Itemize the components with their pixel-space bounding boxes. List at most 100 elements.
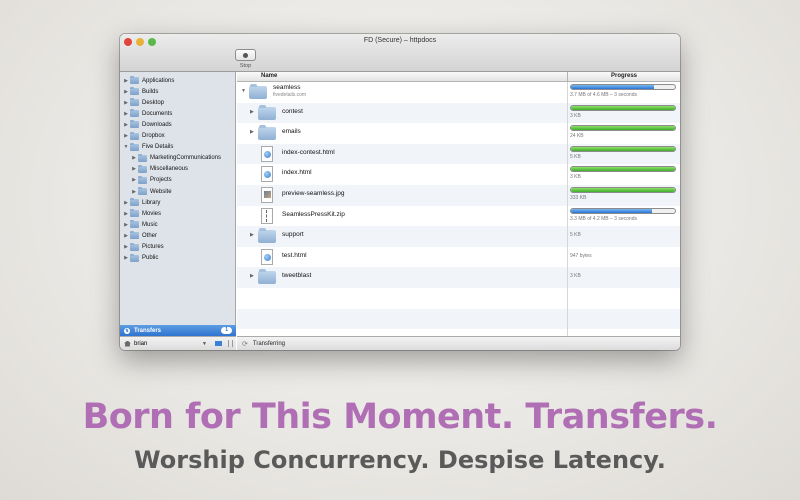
disclosure-closed-icon[interactable]: ▶ [122, 78, 130, 84]
folder-icon[interactable] [215, 341, 222, 346]
folder-icon [138, 164, 147, 173]
sidebar-item[interactable]: ▼ Five Details [122, 142, 173, 153]
empty-row [237, 308, 680, 330]
disclosure-closed-icon[interactable]: ▶ [130, 166, 138, 172]
disclosure-closed-icon[interactable]: ▶ [122, 200, 130, 206]
file-row[interactable]: ▶ emails 24 KB [237, 123, 680, 144]
disclosure-closed-icon[interactable]: ▶ [250, 129, 254, 135]
sidebar-item[interactable]: ▶ Desktop [122, 97, 164, 108]
stop-button[interactable] [235, 49, 256, 61]
disclosure-closed-icon[interactable]: ▶ [122, 100, 130, 106]
transfer-status: 24 KB [570, 133, 584, 140]
html-file-icon [261, 166, 273, 183]
folder-icon [130, 120, 139, 129]
disclosure-closed-icon[interactable]: ▶ [122, 122, 130, 128]
progress-bar [570, 125, 676, 132]
progress-bar [570, 207, 676, 214]
disclosure-closed-icon[interactable]: ▶ [122, 211, 130, 217]
sidebar-item[interactable]: ▶ Music [122, 219, 158, 230]
file-name: tweetblast [282, 272, 312, 280]
sidebar-item-label: Five Details [142, 144, 174, 151]
sidebar-item[interactable]: ▶ Other [122, 230, 157, 241]
column-header-name[interactable]: Name [261, 73, 277, 79]
disclosure-closed-icon[interactable]: ▶ [122, 244, 130, 250]
file-row[interactable]: index.html 3 KB [237, 164, 680, 185]
folder-icon [130, 109, 139, 118]
file-name: contest [282, 107, 303, 115]
sidebar-item[interactable]: ▶ Builds [122, 86, 158, 97]
disclosure-closed-icon[interactable]: ▶ [250, 232, 254, 238]
disclosure-closed-icon[interactable]: ▶ [122, 233, 130, 239]
transfer-status: 3.3 MB of 4.2 MB – 3 seconds [570, 215, 637, 222]
disclosure-closed-icon[interactable]: ▶ [250, 273, 254, 279]
disclosure-closed-icon[interactable]: ▶ [130, 177, 138, 183]
disclosure-closed-icon[interactable]: ▶ [250, 109, 254, 115]
file-name: emails [282, 128, 301, 136]
disclosure-closed-icon[interactable]: ▶ [122, 255, 130, 261]
resize-handle[interactable] [228, 340, 233, 347]
file-name: SeamlessPressKit.zip [282, 210, 345, 218]
sidebar-item[interactable]: ▶ Projects [130, 175, 172, 186]
sidebar-item-label: Public [142, 255, 159, 262]
sidebar-item[interactable]: ▶ Applications [122, 75, 174, 86]
folder-icon [130, 198, 139, 207]
disclosure-open-icon[interactable]: ▼ [241, 88, 246, 94]
sidebar-item[interactable]: ▶ Miscellaneous [130, 164, 188, 175]
sidebar-item[interactable]: ▶ Downloads [122, 119, 172, 130]
disclosure-closed-icon[interactable]: ▶ [130, 155, 138, 161]
progress-fill [571, 126, 675, 131]
disclosure-closed-icon[interactable]: ▶ [122, 222, 130, 228]
folder-icon [130, 87, 139, 96]
progress-fill [571, 188, 675, 192]
transfer-status: 333 KB [570, 195, 587, 201]
chevron-down-icon[interactable]: ▼ [202, 341, 207, 347]
transfers-icon: ⇅ [124, 327, 130, 334]
sidebar-item[interactable]: ▶ Documents [122, 108, 172, 119]
folder-icon [130, 253, 139, 262]
sidebar-item[interactable]: ▶ Dropbox [122, 131, 165, 142]
window-title: FD (Secure) – httpdocs [363, 37, 437, 44]
progress-fill [571, 208, 653, 213]
sidebar-item-label: Builds [142, 88, 159, 95]
sidebar-item-label: Dropbox [142, 133, 165, 139]
column-header-progress[interactable]: Progress [567, 72, 680, 82]
sidebar-item[interactable]: ▶ Website [130, 186, 172, 197]
progress-fill [571, 146, 675, 151]
home-icon [124, 340, 131, 347]
sidebar-item[interactable]: ▶ Movies [122, 208, 161, 219]
file-row[interactable]: ▶ tweetblast 3 KB [237, 267, 680, 288]
column-divider[interactable] [567, 82, 568, 336]
sidebar-item[interactable]: ▶ Public [122, 253, 158, 264]
file-row[interactable]: preview-seamless.jpg 333 KB [237, 185, 680, 206]
html-file-icon [261, 145, 273, 162]
globe-icon [264, 253, 271, 261]
sidebar-item[interactable]: ▶ Library [122, 197, 160, 208]
progress-bar [570, 187, 676, 193]
disclosure-closed-icon[interactable]: ▶ [130, 189, 138, 195]
sidebar-item-label: Applications [142, 77, 175, 84]
sidebar-item-transfers[interactable]: ⇅ Transfers 1 [120, 325, 236, 336]
sidebar-item[interactable]: ▶ MarketingCommunications [130, 153, 221, 164]
file-row[interactable]: index-contest.html 5 KB [237, 143, 680, 165]
file-row[interactable]: test.html 947 bytes [237, 247, 680, 268]
folder-icon [130, 76, 139, 84]
file-name: test.html [282, 251, 307, 259]
file-row[interactable]: ▶ contest 3 KB [237, 102, 680, 124]
disclosure-closed-icon[interactable]: ▶ [122, 133, 130, 139]
sidebar-item[interactable]: ▶ Pictures [122, 242, 164, 253]
disclosure-open-icon[interactable]: ▼ [122, 144, 130, 150]
file-browser: Name Progress ▼ seamless fivedetails.com 3.… [237, 72, 680, 350]
file-row[interactable]: ▼ seamless fivedetails.com 3.7 MB of 4.6 MB… [237, 82, 680, 103]
folder-icon [130, 98, 139, 107]
location-selector[interactable]: brian ▼ [120, 336, 236, 350]
disclosure-closed-icon[interactable]: ▶ [122, 89, 130, 95]
marketing-subline: Worship Concurrency. Despise Latency. [134, 446, 666, 474]
file-subtitle: fivedetails.com [273, 92, 307, 98]
file-row[interactable]: ▶ support 5 KB [237, 226, 680, 247]
empty-row [237, 288, 680, 309]
progress-fill [571, 85, 655, 89]
file-row[interactable]: SeamlessPressKit.zip 3.3 MB of 4.2 MB – 3… [237, 206, 680, 227]
disclosure-closed-icon[interactable]: ▶ [122, 111, 130, 117]
file-name: seamless [273, 84, 301, 91]
zipper-icon [266, 209, 268, 222]
